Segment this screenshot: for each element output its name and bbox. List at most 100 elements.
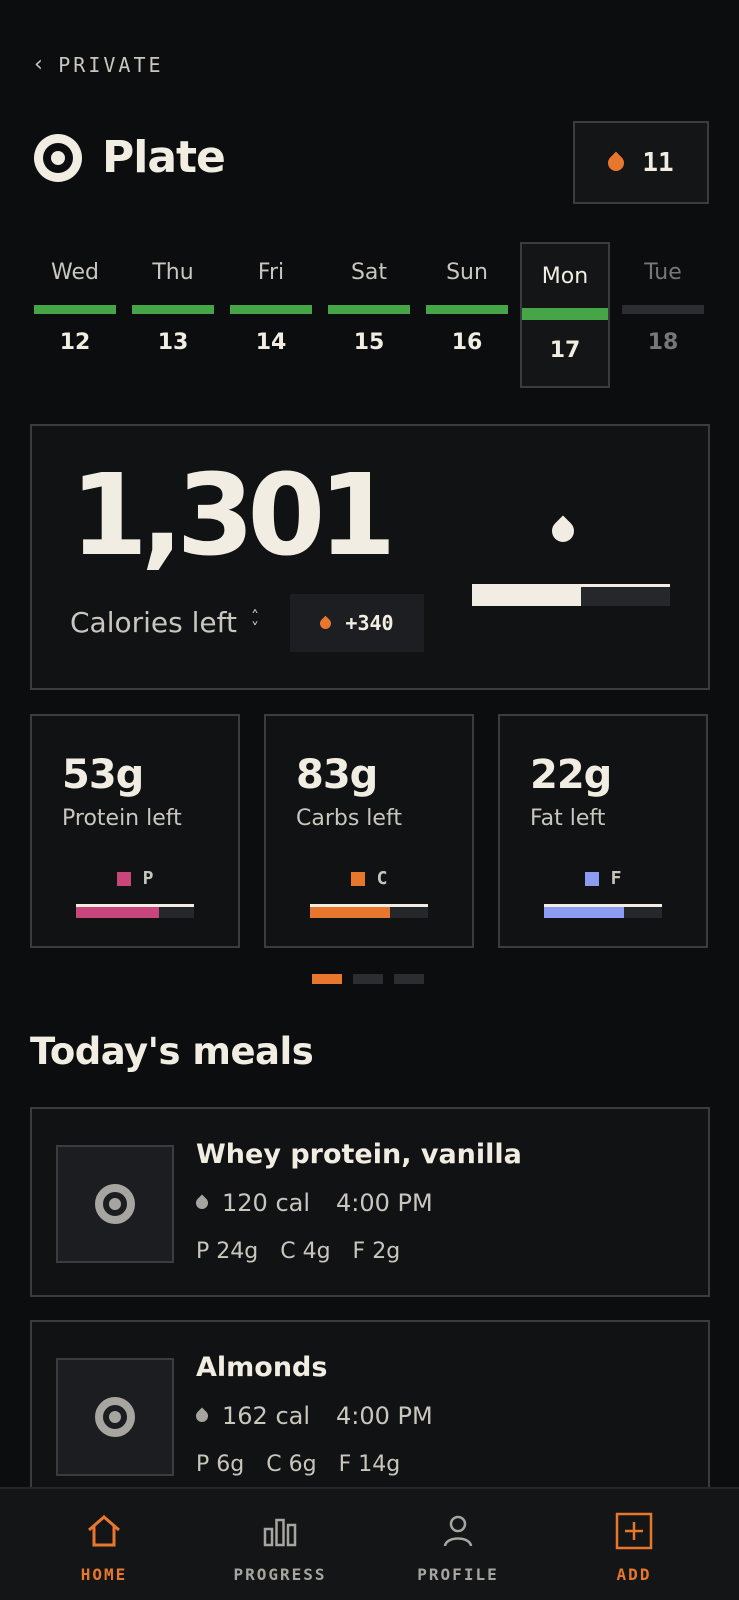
fat-card[interactable]: 22g Fat left F xyxy=(498,714,708,948)
burned-calories-value: +340 xyxy=(345,611,394,635)
streak-badge[interactable]: 11 xyxy=(573,121,709,204)
meal-card[interactable]: Almonds 162 cal 4:00 PM P 6g C 6g F 14g xyxy=(30,1320,710,1510)
day-date: 15 xyxy=(353,330,385,355)
meal-carbs: C 6g xyxy=(266,1452,317,1477)
protein-progress-bar xyxy=(76,904,194,918)
meal-carbs: C 4g xyxy=(280,1239,331,1264)
meal-protein: P 24g xyxy=(196,1239,259,1264)
day-name: Thu xyxy=(152,260,194,285)
day-mon[interactable]: Mon 17 xyxy=(520,242,610,388)
fat-label: Fat left xyxy=(530,806,606,831)
nav-progress-label: PROGRESS xyxy=(233,1565,327,1584)
meal-macros: P 6g C 6g F 14g xyxy=(196,1452,400,1477)
carbs-key-letter: C xyxy=(376,868,388,889)
protein-key-letter: P xyxy=(142,868,154,889)
protein-card[interactable]: 53g Protein left P xyxy=(30,714,240,948)
back-button[interactable]: ‹ PRIVATE xyxy=(32,52,164,77)
day-name: Wed xyxy=(51,260,99,285)
nav-profile-label: PROFILE xyxy=(417,1565,499,1584)
day-name: Sun xyxy=(446,260,488,285)
sort-toggle-icon: ˄ ˅ xyxy=(250,607,259,638)
day-progress-bar xyxy=(328,305,410,314)
meal-macros: P 24g C 4g F 2g xyxy=(196,1239,400,1264)
day-fri[interactable]: Fri 14 xyxy=(226,242,316,388)
nav-add[interactable]: ADD xyxy=(542,1489,726,1600)
meals-section-title: Today's meals xyxy=(30,1030,314,1073)
calorie-drop-icon xyxy=(193,1407,211,1425)
bar-chart-icon xyxy=(260,1511,300,1551)
day-progress-bar xyxy=(34,305,116,314)
day-progress-bar xyxy=(230,305,312,314)
meal-fat: F 14g xyxy=(338,1452,401,1477)
day-progress-bar xyxy=(622,305,704,314)
bottom-nav: HOME PROGRESS PROFILE ADD xyxy=(0,1487,739,1600)
meal-fat: F 2g xyxy=(352,1239,401,1264)
nav-add-label: ADD xyxy=(616,1565,652,1584)
page-dot-2[interactable] xyxy=(353,974,383,984)
day-date: 18 xyxy=(647,330,679,355)
calories-card[interactable]: 1,301 Calories left ˄ ˅ +340 xyxy=(30,424,710,690)
nav-progress[interactable]: PROGRESS xyxy=(188,1489,372,1600)
meal-calories: 120 cal xyxy=(222,1189,311,1217)
fat-progress-fill xyxy=(544,907,625,918)
page-dot-1[interactable] xyxy=(312,974,342,984)
streak-count: 11 xyxy=(642,147,674,178)
meal-card[interactable]: Whey protein, vanilla 120 cal 4:00 PM P … xyxy=(30,1107,710,1297)
plate-placeholder-icon xyxy=(95,1397,135,1437)
flame-icon xyxy=(605,151,628,174)
carbs-amount: 83g xyxy=(296,752,378,798)
meal-protein: P 6g xyxy=(196,1452,245,1477)
day-progress-bar xyxy=(132,305,214,314)
add-icon xyxy=(614,1511,654,1551)
meal-info: 120 cal 4:00 PM xyxy=(193,1189,433,1217)
carbs-key: C xyxy=(266,868,472,889)
calories-progress-fill xyxy=(472,587,581,606)
meal-thumbnail xyxy=(56,1145,174,1263)
calories-label-toggle[interactable]: Calories left ˄ ˅ xyxy=(70,606,259,639)
app-header: Plate xyxy=(34,132,226,183)
fat-progress-bar xyxy=(544,904,662,918)
nav-home-label: HOME xyxy=(80,1565,128,1584)
day-wed[interactable]: Wed 12 xyxy=(30,242,120,388)
app-title: Plate xyxy=(102,132,226,183)
meal-info: 162 cal 4:00 PM xyxy=(193,1402,433,1430)
meal-name: Whey protein, vanilla xyxy=(196,1139,522,1170)
plate-placeholder-icon xyxy=(95,1184,135,1224)
meal-calories: 162 cal xyxy=(222,1402,311,1430)
calories-progress-bar xyxy=(472,584,670,606)
protein-key: P xyxy=(32,868,238,889)
protein-swatch xyxy=(116,871,131,886)
protein-amount: 53g xyxy=(62,752,144,798)
day-thu[interactable]: Thu 13 xyxy=(128,242,218,388)
meal-name: Almonds xyxy=(196,1352,328,1383)
day-tue[interactable]: Tue 18 xyxy=(618,242,708,388)
back-label: PRIVATE xyxy=(58,52,164,77)
day-sun[interactable]: Sun 16 xyxy=(422,242,512,388)
calorie-drop-icon xyxy=(193,1194,211,1212)
page-dot-3[interactable] xyxy=(394,974,424,984)
chevron-left-icon: ‹ xyxy=(32,52,49,77)
fat-key-letter: F xyxy=(610,868,622,889)
meal-thumbnail xyxy=(56,1358,174,1476)
carbs-progress-bar xyxy=(310,904,428,918)
calories-label: Calories left xyxy=(70,606,237,639)
nav-profile[interactable]: PROFILE xyxy=(366,1489,550,1600)
day-date: 13 xyxy=(157,330,189,355)
day-name: Tue xyxy=(644,260,682,285)
home-icon xyxy=(84,1511,124,1551)
protein-label: Protein left xyxy=(62,806,182,831)
carbs-label: Carbs left xyxy=(296,806,402,831)
fat-amount: 22g xyxy=(530,752,612,798)
user-icon xyxy=(438,1511,478,1551)
nav-home[interactable]: HOME xyxy=(12,1489,196,1600)
burned-calories-chip[interactable]: +340 xyxy=(290,594,424,652)
day-name: Sat xyxy=(350,260,388,285)
carbs-swatch xyxy=(350,871,365,886)
day-date: 16 xyxy=(451,330,483,355)
protein-progress-fill xyxy=(76,907,159,918)
carbs-card[interactable]: 83g Carbs left C xyxy=(264,714,474,948)
day-sat[interactable]: Sat 15 xyxy=(324,242,414,388)
page-indicator xyxy=(312,974,424,984)
plate-logo-icon xyxy=(34,133,82,182)
fat-key: F xyxy=(500,868,706,889)
